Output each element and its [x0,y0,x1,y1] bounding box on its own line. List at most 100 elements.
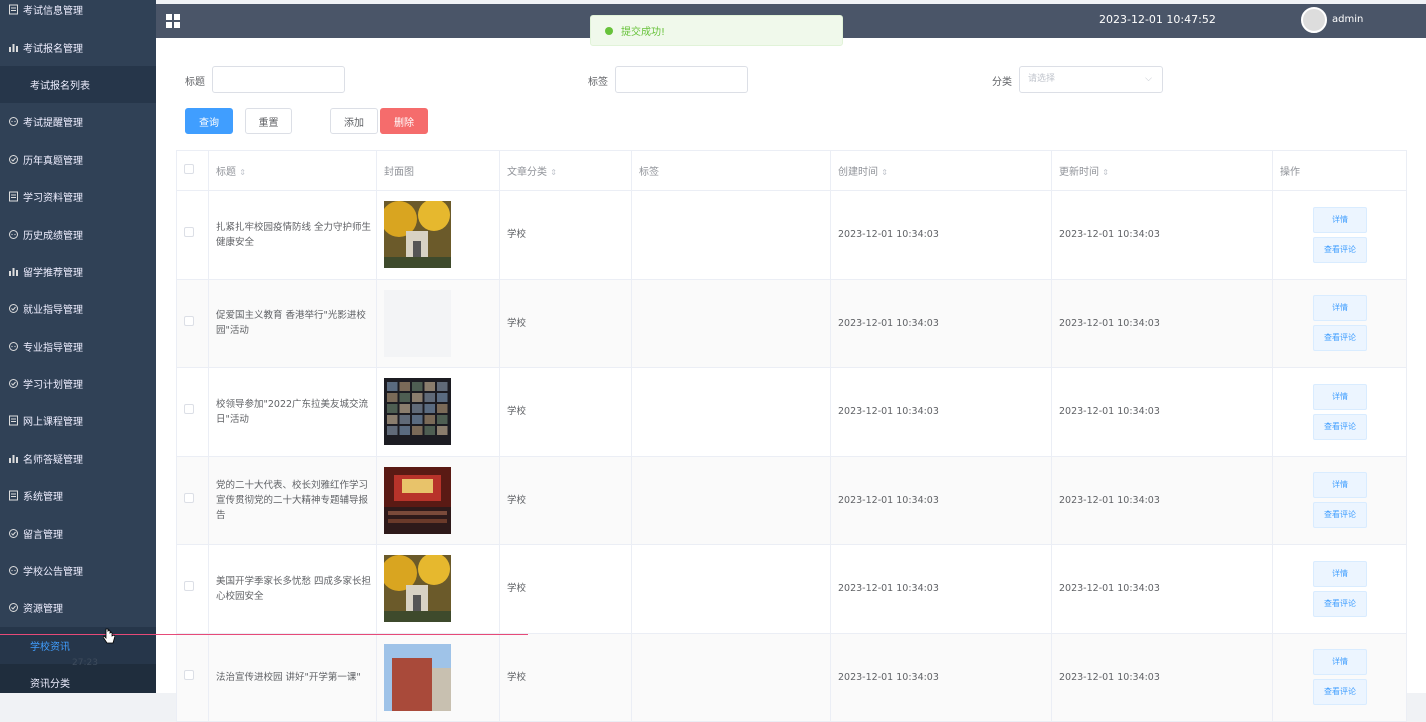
cover-image [384,555,451,623]
hand-cursor-icon [103,628,115,644]
select-all-cell[interactable] [176,150,209,191]
chevron-down-icon: ⌵ [1145,74,1152,84]
avatar[interactable] [1301,7,1327,33]
view-comments-button[interactable]: 查看评论 [1313,590,1367,617]
col-tag-label: 标签 [639,167,659,178]
bar-chart-icon [8,453,19,464]
sidebar-item[interactable]: 就业指导管理 [0,290,156,327]
bar-chart-icon [8,266,19,277]
col-title[interactable]: 标题 ⇕ [208,150,377,191]
sidebar-item-label: 历史成绩管理 [23,230,83,242]
row-category: 学校 [499,455,632,545]
row-select-cell[interactable] [176,367,209,457]
detail-button[interactable]: 详情 [1313,560,1367,587]
col-category[interactable]: 文章分类 ⇕ [499,150,632,191]
row-ops: 详情 查看评论 [1272,544,1407,634]
cover-image [384,201,451,269]
category-filter-label: 分类 [992,77,1012,88]
col-tag: 标签 [631,150,831,191]
row-created: 2023-12-01 10:34:03 [830,455,1052,545]
row-tag [631,544,831,634]
row-updated: 2023-12-01 10:34:03 [1051,632,1273,722]
sidebar-item-label: 考试提醒管理 [23,118,83,130]
view-comments-button[interactable]: 查看评论 [1313,502,1367,529]
toast-message: 提交成功! [621,27,666,38]
sidebar-item[interactable]: 考试报名列表 [0,65,156,104]
view-comments-button[interactable]: 查看评论 [1313,413,1367,440]
check-circle-icon [8,378,19,389]
detail-button[interactable]: 详情 [1313,206,1367,233]
reset-button[interactable]: 重置 [245,108,292,134]
view-comments-button[interactable]: 查看评论 [1313,325,1367,352]
row-ops: 详情 查看评论 [1272,367,1407,457]
check-circle-icon [8,602,19,613]
success-toast: 提交成功! [590,15,843,46]
row-title: 校领导参加"2022广东拉美友城交流日"活动 [208,367,377,457]
col-updated[interactable]: 更新时间 ⇕ [1051,150,1273,191]
detail-button[interactable]: 详情 [1313,295,1367,322]
sort-icon[interactable]: ⇕ [1102,168,1109,177]
sort-icon[interactable]: ⇕ [239,168,246,177]
sidebar-item[interactable]: 资讯分类 [0,664,156,693]
row-select-cell[interactable] [176,278,209,368]
category-select[interactable]: 请选择 ⌵ [1019,66,1163,93]
doc-icon [8,4,19,15]
row-tag [631,278,831,368]
row-created: 2023-12-01 10:34:03 [830,190,1052,280]
detail-button[interactable]: 详情 [1313,383,1367,410]
check-circle-icon [8,303,19,314]
row-select-cell[interactable] [176,632,209,722]
sidebar-item[interactable]: 系统管理 [0,477,156,514]
title-filter-input[interactable] [212,66,345,93]
sidebar-item-label: 资源管理 [23,604,63,616]
sidebar-item[interactable]: 名师答疑管理 [0,440,156,477]
table-row: 促爱国主义教育 香港举行"光影进校园"活动 学校 2023-12-01 10:34:… [176,278,1407,368]
sidebar-item[interactable]: 历史成绩管理 [0,215,156,252]
detail-button[interactable]: 详情 [1313,472,1367,499]
select-all-checkbox[interactable] [184,164,194,174]
sidebar-item[interactable]: 考试信息管理 [0,0,156,28]
sidebar-item[interactable]: 考试报名管理 [0,28,156,65]
chat-icon [8,229,19,240]
sidebar-item-label: 网上课程管理 [23,417,83,429]
row-select-cell[interactable] [176,190,209,280]
sidebar-item[interactable]: 历年真题管理 [0,141,156,178]
row-select-cell[interactable] [176,455,209,545]
sidebar-item[interactable]: 资源管理 [0,589,156,626]
row-ops: 详情 查看评论 [1272,455,1407,545]
row-category: 学校 [499,544,632,634]
row-checkbox[interactable] [184,581,194,592]
chat-icon [8,565,19,576]
row-checkbox[interactable] [184,315,194,326]
sidebar-item[interactable]: 专业指导管理 [0,328,156,365]
view-comments-button[interactable]: 查看评论 [1313,679,1367,706]
sidebar-item[interactable]: 学习计划管理 [0,365,156,402]
sidebar-item[interactable]: 考试提醒管理 [0,103,156,140]
sidebar-item[interactable]: 网上课程管理 [0,402,156,439]
sidebar-item[interactable]: 学校公告管理 [0,552,156,589]
table-row: 校领导参加"2022广东拉美友城交流日"活动 学校 2023-12-01 10:34… [176,367,1407,457]
add-button[interactable]: 添加 [330,108,378,134]
tag-filter-input[interactable] [615,66,748,93]
row-checkbox[interactable] [184,669,194,680]
username[interactable]: admin [1332,14,1363,25]
delete-button[interactable]: 删除 [380,108,428,134]
sort-icon[interactable]: ⇕ [550,168,557,177]
row-checkbox[interactable] [184,227,194,238]
col-created[interactable]: 创建时间 ⇕ [830,150,1052,191]
row-checkbox[interactable] [184,492,194,503]
row-select-cell[interactable] [176,544,209,634]
row-checkbox[interactable] [184,404,194,415]
query-button[interactable]: 查询 [185,108,233,134]
row-category: 学校 [499,367,632,457]
row-created: 2023-12-01 10:34:03 [830,544,1052,634]
detail-button[interactable]: 详情 [1313,649,1367,676]
view-comments-button[interactable]: 查看评论 [1313,236,1367,263]
sidebar-item[interactable]: 留学推荐管理 [0,253,156,290]
bar-chart-icon [8,42,19,53]
cover-image [384,289,451,357]
menu-grid-icon[interactable] [166,14,180,28]
sort-icon[interactable]: ⇕ [881,168,888,177]
sidebar-item[interactable]: 学习资料管理 [0,178,156,215]
sidebar-item[interactable]: 留言管理 [0,514,156,551]
